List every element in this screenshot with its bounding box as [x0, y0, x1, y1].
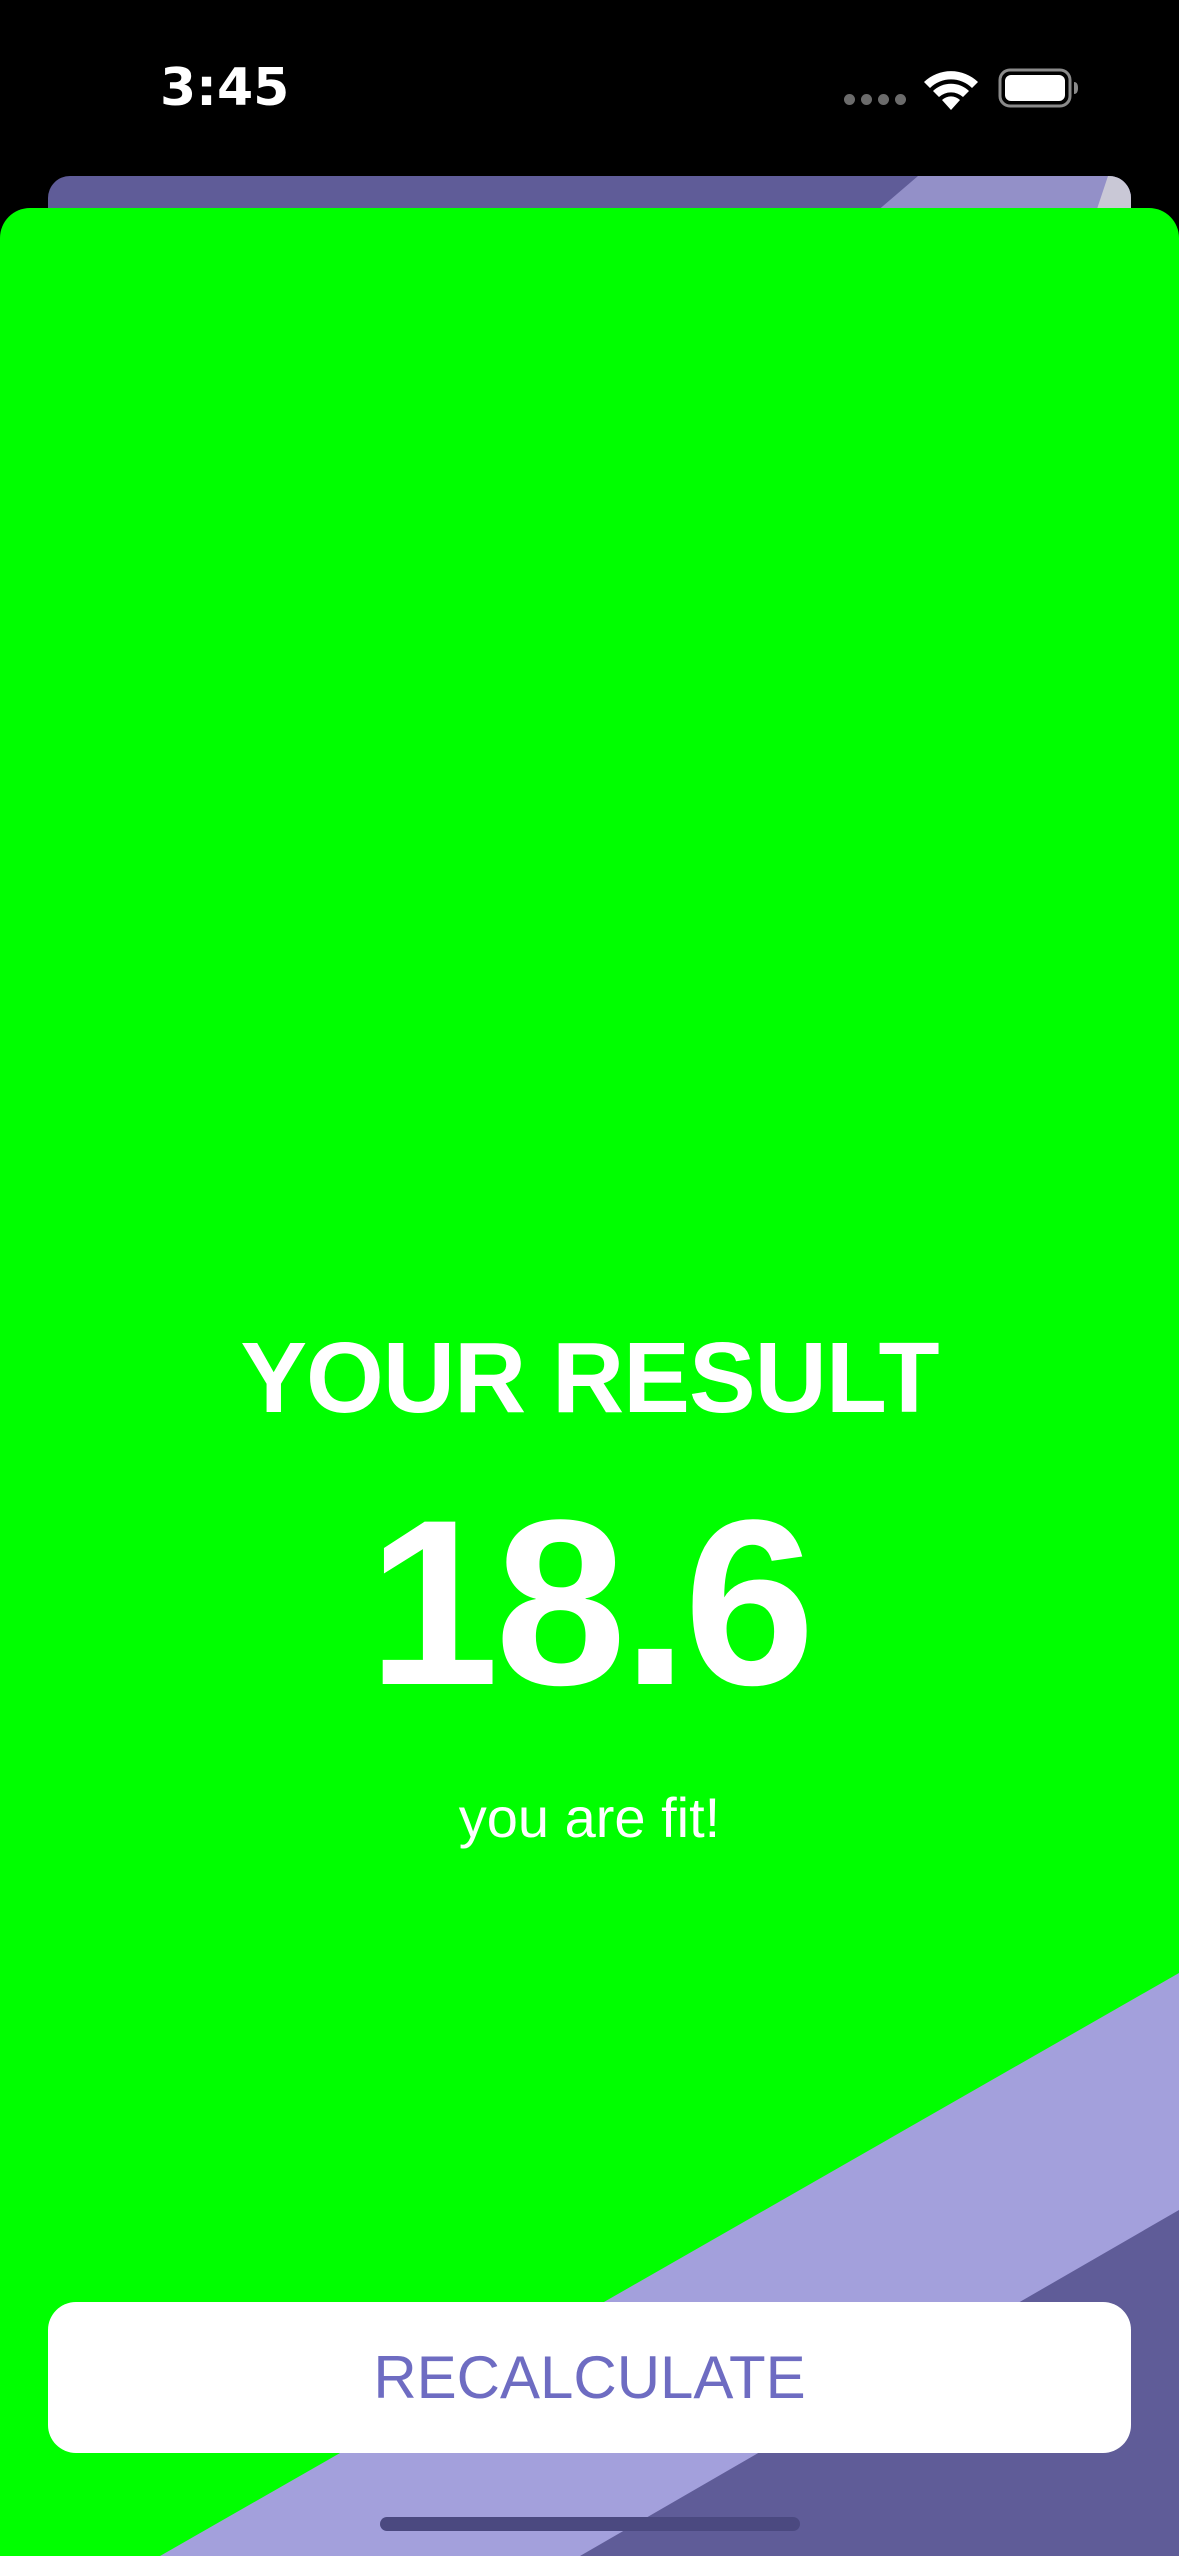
status-time: 3:45	[160, 58, 290, 118]
battery-icon	[998, 68, 1078, 108]
bmi-result-screen: 3:45 YOUR RESULT 18.6 you are fit! RECAL…	[0, 0, 1179, 2556]
status-bar: 3:45	[0, 0, 1179, 176]
bmi-value: 18.6	[367, 1471, 815, 1735]
cellular-dots-icon	[844, 94, 908, 106]
recalculate-button-label: RECALCULATE	[373, 2344, 806, 2411]
result-title: YOUR RESULT	[240, 1322, 939, 1434]
result-message: you are fit!	[458, 1786, 721, 1849]
recalculate-button[interactable]: RECALCULATE	[48, 2302, 1131, 2453]
wifi-icon	[924, 71, 978, 110]
home-indicator[interactable]	[380, 2517, 800, 2531]
result-sheet: YOUR RESULT 18.6 you are fit!	[0, 208, 1179, 2556]
